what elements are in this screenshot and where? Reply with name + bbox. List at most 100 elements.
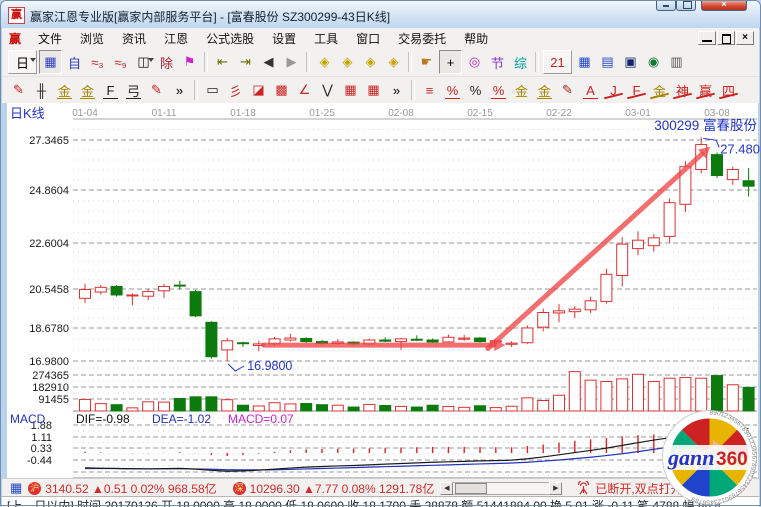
- menu-item-window[interactable]: 窗口: [347, 28, 389, 49]
- candle-style-icon[interactable]: ◫: [133, 51, 154, 73]
- kline-chart[interactable]: 01-0401-1101-1801-2502-0802-1502-2203-01…: [0, 103, 761, 478]
- calculator-icon[interactable]: ▦: [574, 51, 595, 73]
- scrollbar-track[interactable]: [453, 482, 549, 495]
- gold-line-icon[interactable]: 金: [534, 79, 555, 101]
- menu-item-tools[interactable]: 工具: [305, 28, 347, 49]
- last-bar-icon[interactable]: ⇥: [235, 51, 256, 73]
- mdi-minimize-button[interactable]: [698, 31, 716, 45]
- menu-item-help[interactable]: 帮助: [455, 28, 497, 49]
- fibo-f-tool-icon[interactable]: F: [100, 79, 121, 101]
- magnifier-icon[interactable]: ◎: [464, 51, 485, 73]
- fan-lines-icon[interactable]: 彡: [225, 79, 246, 101]
- ribbon-flag-icon[interactable]: ⚑: [179, 51, 200, 73]
- draw-pen-icon[interactable]: ✎: [8, 79, 29, 101]
- gold-circle-icon[interactable]: 金: [511, 79, 532, 101]
- shen-angle-icon[interactable]: 神: [672, 79, 693, 101]
- si-angle-icon[interactable]: 四: [718, 79, 739, 101]
- gold-section-icon[interactable]: 金: [54, 79, 75, 101]
- svg-text:02-08: 02-08: [388, 108, 414, 119]
- rect-tool-icon[interactable]: ▭: [202, 79, 223, 101]
- maximize-button[interactable]: [676, 0, 696, 11]
- menu-item-trade-entrust[interactable]: 交易委托: [389, 28, 455, 49]
- mdi-close-button[interactable]: ×: [736, 31, 754, 45]
- menu-item-file[interactable]: 文件: [29, 28, 71, 49]
- fan-box-icon[interactable]: ◪: [248, 79, 269, 101]
- wave-percent-icon[interactable]: %: [442, 79, 463, 101]
- wave-3-icon[interactable]: ≈₃: [87, 51, 108, 73]
- shenzhen-index-quote: 10296.30 ▲7.77 0.08% 1291.78亿: [250, 480, 435, 497]
- quote-table-icon[interactable]: ▦: [10, 480, 22, 496]
- close-button[interactable]: ×: [701, 0, 747, 11]
- scrollbar-thumb[interactable]: [455, 483, 487, 494]
- toolbar-separator: [408, 52, 412, 72]
- gann-grid-tool-icon[interactable]: ╫: [31, 79, 52, 101]
- svg-text:91455: 91455: [38, 394, 69, 406]
- draw-pen-2-icon[interactable]: ✎: [146, 79, 167, 101]
- scroll-right-icon[interactable]: ▶: [549, 482, 562, 495]
- gann-diamond-compress-icon[interactable]: ◈: [314, 51, 335, 73]
- screen-layout-icon[interactable]: ▦: [39, 50, 62, 74]
- percent-line-icon[interactable]: %: [488, 79, 509, 101]
- price-pen-icon[interactable]: ✎: [557, 79, 578, 101]
- red-grid-icon[interactable]: ▦: [340, 79, 361, 101]
- remote-pc-icon[interactable]: ▥: [666, 51, 687, 73]
- festival-marker-icon[interactable]: 节: [487, 51, 508, 73]
- toolbar-separator: [411, 80, 415, 100]
- menu-item-formula-stock-pick[interactable]: 公式选股: [197, 28, 263, 49]
- more-tools-chevron[interactable]: »: [169, 79, 190, 101]
- gann-diamond-expand-icon[interactable]: ◈: [337, 51, 358, 73]
- next-bar-icon[interactable]: ▶: [281, 51, 302, 73]
- app-logo-icon: 赢: [8, 7, 25, 24]
- menu-item-news[interactable]: 资讯: [113, 28, 155, 49]
- hand-tool-icon[interactable]: ☛: [416, 51, 437, 73]
- svg-text:日K线: 日K线: [10, 106, 45, 121]
- scroll-left-icon[interactable]: ◀: [440, 482, 453, 495]
- angle-line-icon[interactable]: ∠: [294, 79, 315, 101]
- svg-text:01-25: 01-25: [309, 108, 335, 119]
- notepad-icon[interactable]: ▤: [597, 51, 618, 73]
- gold-angle-icon[interactable]: 金: [649, 79, 670, 101]
- svg-text:DEA=-1.02: DEA=-1.02: [152, 412, 211, 426]
- status-bar: ▦ 沪 3140.52 ▲0.51 0.02% 968.58亿 深 10296.…: [2, 478, 759, 497]
- period-daily-button[interactable]: 日: [8, 50, 37, 74]
- menu-item-settings[interactable]: 设置: [263, 28, 305, 49]
- svg-text:02-22: 02-22: [546, 108, 572, 119]
- save-icon[interactable]: ▣: [620, 51, 641, 73]
- shenzhen-index-icon: 深: [233, 482, 246, 495]
- menu-item-browse[interactable]: 浏览: [71, 28, 113, 49]
- ying-angle-icon[interactable]: 赢: [695, 79, 716, 101]
- ex-rights-icon[interactable]: 除: [156, 51, 177, 73]
- connection-antenna-icon[interactable]: [576, 481, 591, 495]
- f-angle-icon[interactable]: F: [626, 79, 647, 101]
- more-tools-2-chevron[interactable]: »: [386, 79, 407, 101]
- stats-bars-icon[interactable]: ≡: [419, 79, 440, 101]
- red-grid-2-icon[interactable]: ▦: [363, 79, 384, 101]
- web-export-icon[interactable]: ◉: [643, 51, 664, 73]
- chart-scrollbar[interactable]: ◀ ▶: [440, 482, 562, 495]
- composite-index-icon[interactable]: 综: [510, 51, 531, 73]
- gold-section-2-icon[interactable]: 金: [77, 79, 98, 101]
- gann-bow-tool-icon[interactable]: 弓: [123, 79, 144, 101]
- toolbar-separator: [535, 52, 539, 72]
- calendar-21-icon[interactable]: 21: [543, 50, 572, 74]
- mdi-restore-button[interactable]: [717, 31, 735, 45]
- svg-text:MACD: MACD: [10, 412, 46, 426]
- first-bar-icon[interactable]: ⇤: [212, 51, 233, 73]
- a-grid-icon[interactable]: A: [580, 79, 601, 101]
- wave-valley-icon[interactable]: ⋁: [317, 79, 338, 101]
- minimize-button[interactable]: [656, 0, 676, 11]
- menu-item-gann[interactable]: 江恩: [155, 28, 197, 49]
- mdi-window-controls: ×: [697, 31, 754, 45]
- crosshair-tool-icon[interactable]: +: [439, 50, 462, 74]
- toolbar-separator: [306, 52, 310, 72]
- wave-9-icon[interactable]: ≈₉: [110, 51, 131, 73]
- f10-info-icon[interactable]: 自: [64, 51, 85, 73]
- grid-box-icon[interactable]: ▩: [271, 79, 292, 101]
- j-angle-icon[interactable]: J: [603, 79, 624, 101]
- gann-diamond-left-icon[interactable]: ◈: [360, 51, 381, 73]
- prev-bar-icon[interactable]: ◀: [258, 51, 279, 73]
- connection-status[interactable]: 已断开,双点打开.: [595, 480, 686, 497]
- gann-diamond-right-icon[interactable]: ◈: [383, 51, 404, 73]
- percent-icon[interactable]: %: [465, 79, 486, 101]
- svg-text:182910: 182910: [32, 382, 69, 394]
